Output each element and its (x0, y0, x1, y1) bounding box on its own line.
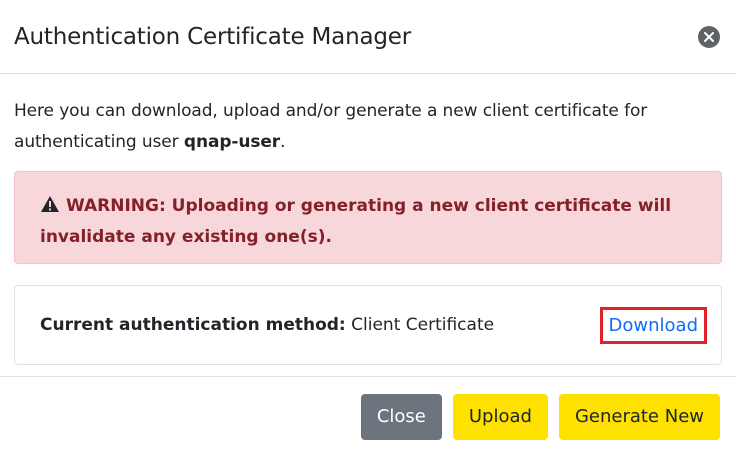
generate-new-button[interactable]: Generate New (558, 393, 720, 440)
username: qnap-user (183, 132, 281, 152)
auth-method-card: Current authentication method: Client Ce… (14, 285, 722, 365)
warning-text: WARNING: Uploading or generating a new c… (40, 196, 672, 247)
warning-triangle-icon (40, 193, 60, 212)
intro-text-after: . (280, 132, 286, 152)
modal-body: Here you can download, upload and/or gen… (0, 74, 736, 365)
intro-text-before: Here you can download, upload and/or gen… (14, 101, 648, 152)
upload-button[interactable]: Upload (452, 393, 548, 440)
auth-method-value: Client Certificate (351, 315, 495, 335)
close-button[interactable]: Close (360, 393, 442, 440)
close-icon[interactable] (698, 25, 720, 48)
x-mark-icon (704, 31, 714, 42)
auth-method-label: Current authentication method: (40, 315, 346, 335)
modal-footer: Close Upload Generate New (0, 376, 736, 456)
certificate-manager-modal: Authentication Certificate Manager Here … (0, 0, 736, 456)
modal-title: Authentication Certificate Manager (14, 23, 411, 50)
modal-header: Authentication Certificate Manager (0, 0, 736, 74)
download-link[interactable]: Download (599, 306, 707, 344)
warning-alert: WARNING: Uploading or generating a new c… (14, 171, 722, 264)
auth-method-info: Current authentication method: Client Ce… (40, 315, 494, 335)
intro-text: Here you can download, upload and/or gen… (14, 96, 722, 158)
